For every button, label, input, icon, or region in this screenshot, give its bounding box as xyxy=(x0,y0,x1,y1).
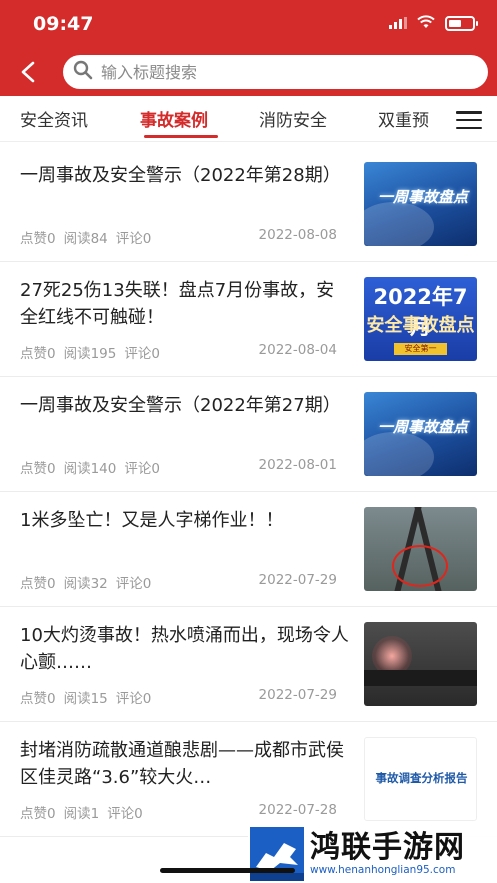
article-thumbnail: 事故调查分析报告 xyxy=(364,737,477,821)
menu-icon[interactable] xyxy=(455,108,483,132)
article-meta: 点赞0 阅读15 评论0 2022-07-29 xyxy=(20,687,340,707)
article-title: 27死25伤13失联！盘点7月份事故，安全红线不可触碰！ xyxy=(20,280,335,328)
list-item[interactable]: 27死25伤13失联！盘点7月份事故，安全红线不可触碰！ 点赞0 阅读195 评… xyxy=(0,262,497,377)
article-date: 2022-07-29 xyxy=(258,687,337,703)
status-time: 09:47 xyxy=(33,13,94,35)
list-item[interactable]: 1米多坠亡！又是人字梯作业！！ 点赞0 阅读32 评论0 2022-07-29 xyxy=(0,492,497,607)
article-title: 一周事故及安全警示（2022年第28期） xyxy=(20,165,341,186)
list-item[interactable]: 封堵消防疏散通道酿悲剧——成都市武侯区佳灵路“3.6”较大火… 点赞0 阅读1 … xyxy=(0,722,497,837)
tab-dual-prevention[interactable]: 双重预 xyxy=(378,106,429,131)
article-date: 2022-08-04 xyxy=(258,342,337,358)
chevron-left-icon xyxy=(21,61,35,83)
like-count: 点赞0 xyxy=(20,691,56,707)
article-meta: 点赞0 阅读32 评论0 2022-07-29 xyxy=(20,572,340,592)
thumbnail-caption: 事故调查分析报告 xyxy=(375,771,468,785)
search-icon xyxy=(73,60,93,84)
thumbnail-caption: 一周事故盘点 xyxy=(378,188,469,206)
read-count: 阅读1 xyxy=(63,806,100,822)
thumbnail-band: 安全第一 xyxy=(394,343,447,355)
tab-accident-cases[interactable]: 事故案例 xyxy=(140,106,208,131)
tab-fire-safety[interactable]: 消防安全 xyxy=(259,106,327,131)
like-count: 点赞0 xyxy=(20,346,56,362)
like-count: 点赞0 xyxy=(20,461,56,477)
status-icons xyxy=(389,14,478,33)
article-title: 1米多坠亡！又是人字梯作业！！ xyxy=(20,510,284,531)
battery-icon xyxy=(445,16,478,31)
article-date: 2022-07-29 xyxy=(258,572,337,588)
watermark-url: www.henanhonglian95.com xyxy=(310,863,456,876)
wifi-icon xyxy=(417,14,435,33)
category-tabs: 安全资讯 事故案例 消防安全 双重预 xyxy=(0,96,497,142)
tab-safety-news[interactable]: 安全资讯 xyxy=(20,106,88,131)
back-button[interactable] xyxy=(14,58,42,86)
home-indicator[interactable] xyxy=(160,868,295,873)
article-thumbnail xyxy=(364,507,477,591)
site-watermark: 鸿联手游网 www.henanhonglian95.com xyxy=(248,824,497,883)
article-title: 一周事故及安全警示（2022年第27期） xyxy=(20,395,341,416)
watermark-title: 鸿联手游网 xyxy=(310,829,465,865)
search-bar[interactable] xyxy=(63,55,488,89)
article-date: 2022-07-28 xyxy=(258,802,337,818)
like-count: 点赞0 xyxy=(20,231,56,247)
app-header: 09:47 xyxy=(0,0,497,96)
article-thumbnail: 2022年7月 安全事故盘点 安全第一 xyxy=(364,277,477,361)
comment-count: 评论0 xyxy=(107,806,143,822)
article-meta: 点赞0 阅读1 评论0 2022-07-28 xyxy=(20,802,340,822)
comment-count: 评论0 xyxy=(124,346,160,362)
article-date: 2022-08-08 xyxy=(258,227,337,243)
read-count: 阅读195 xyxy=(63,346,117,362)
article-thumbnail xyxy=(364,622,477,706)
article-meta: 点赞0 阅读140 评论0 2022-08-01 xyxy=(20,457,340,477)
article-thumbnail: 一周事故盘点 xyxy=(364,392,477,476)
comment-count: 评论0 xyxy=(115,231,152,247)
list-item[interactable]: 10大灼烫事故！热水喷涌而出，现场令人心颤…… 点赞0 阅读15 评论0 202… xyxy=(0,607,497,722)
search-input[interactable] xyxy=(101,62,461,82)
article-date: 2022-08-01 xyxy=(258,457,337,473)
signal-icon xyxy=(389,14,407,33)
list-item[interactable]: 一周事故及安全警示（2022年第27期） 点赞0 阅读140 评论0 2022-… xyxy=(0,377,497,492)
comment-count: 评论0 xyxy=(124,461,160,477)
comment-count: 评论0 xyxy=(115,691,152,707)
article-title: 封堵消防疏散通道酿悲剧——成都市武侯区佳灵路“3.6”较大火… xyxy=(20,740,344,788)
like-count: 点赞0 xyxy=(20,806,56,822)
article-title: 10大灼烫事故！热水喷涌而出，现场令人心颤…… xyxy=(20,625,349,673)
list-item[interactable]: 一周事故及安全警示（2022年第28期） 点赞0 阅读84 评论0 2022-0… xyxy=(0,147,497,262)
like-count: 点赞0 xyxy=(20,576,56,592)
read-count: 阅读15 xyxy=(63,691,108,707)
article-meta: 点赞0 阅读84 评论0 2022-08-08 xyxy=(20,227,340,247)
comment-count: 评论0 xyxy=(115,576,152,592)
article-thumbnail: 一周事故盘点 xyxy=(364,162,477,246)
thumbnail-caption: 安全事故盘点 xyxy=(366,315,475,336)
read-count: 阅读32 xyxy=(63,576,108,592)
thumbnail-caption: 一周事故盘点 xyxy=(378,418,469,436)
active-tab-indicator xyxy=(144,135,218,138)
read-count: 阅读84 xyxy=(63,231,108,247)
article-meta: 点赞0 阅读195 评论0 2022-08-04 xyxy=(20,342,340,362)
read-count: 阅读140 xyxy=(63,461,117,477)
